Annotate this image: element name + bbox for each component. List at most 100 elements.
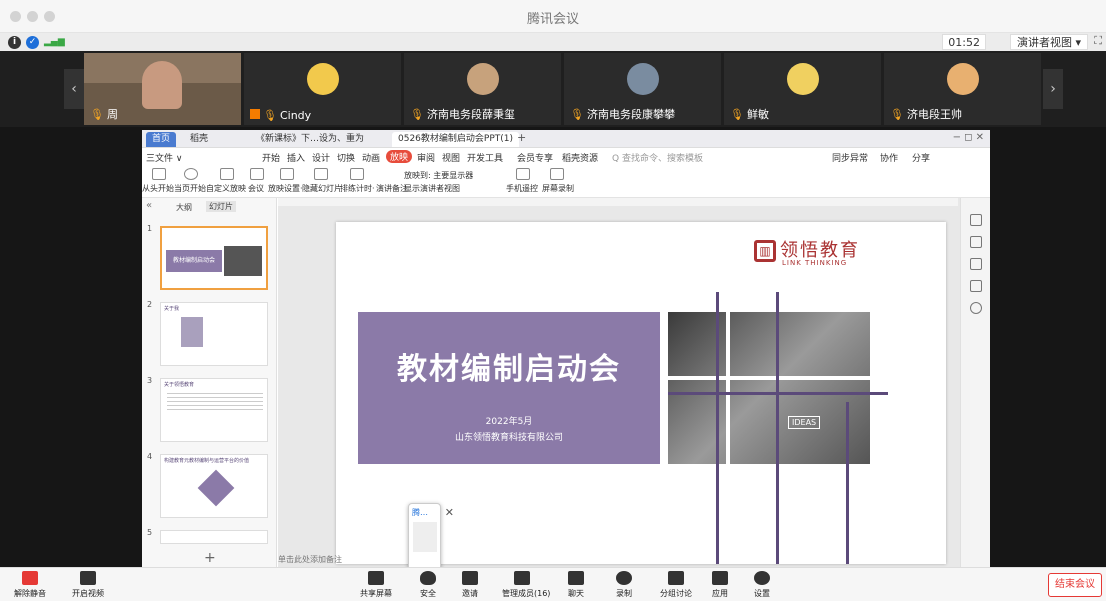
copy-icon[interactable]	[970, 280, 982, 292]
menu-design[interactable]: 设计	[312, 151, 330, 164]
ribbon-custom-show[interactable]: 自定义放映	[206, 183, 246, 194]
ribbon-show-settings[interactable]: 放映设置·	[268, 183, 303, 194]
gear-icon	[754, 571, 770, 585]
show-to-display-select[interactable]: 放映到: 主要显示器	[404, 170, 473, 181]
share-screen-button[interactable]: 共享屏幕	[356, 571, 396, 599]
menu-start[interactable]: 开始	[262, 151, 280, 164]
participant-tile[interactable]: 🎙 周	[84, 53, 241, 125]
menu-docer-resources[interactable]: 稻壳资源	[562, 151, 598, 164]
hide-slide-icon[interactable]	[314, 168, 328, 180]
chat-label: 聊天	[568, 589, 584, 598]
meeting-icon[interactable]	[250, 168, 264, 180]
help-icon[interactable]	[970, 302, 982, 314]
participant-strip: ‹ 🎙 周 🎙 Cindy 🎙 济南电务段薛秉玺 🎙 济南电务段康攀攀 🎙 鲜敏 🎙 济电段…	[0, 51, 1106, 127]
fullscreen-icon[interactable]: ⛶	[1094, 34, 1102, 48]
menu-animation[interactable]: 动画	[362, 151, 380, 164]
mic-icon: 🎙	[890, 108, 904, 121]
view-mode-dropdown[interactable]: 演讲者视图 ▾	[1009, 34, 1088, 50]
manage-members-button[interactable]: 管理成员(16)	[502, 571, 550, 599]
presenter-view-checkbox[interactable]: 显示演讲者视图	[404, 183, 460, 194]
ribbon-screen-record[interactable]: 屏幕录制	[542, 183, 574, 194]
slide-thumbnail[interactable]	[160, 530, 268, 544]
end-meeting-button[interactable]: 结束会议	[1048, 573, 1102, 597]
invite-user-icon	[462, 571, 478, 585]
rehearse-timing-icon[interactable]	[350, 168, 364, 180]
invite-button[interactable]: 邀请	[450, 571, 490, 599]
share-preview-popup[interactable]: 腾… ✕	[408, 503, 454, 573]
ribbon-meeting[interactable]: 会议	[248, 183, 264, 194]
adjust-icon[interactable]	[970, 236, 982, 248]
menu-slideshow[interactable]: 放映	[386, 150, 413, 163]
security-shield-icon[interactable]: ✓	[26, 36, 39, 49]
participant-tile[interactable]: 🎙 Cindy	[244, 53, 401, 125]
breakout-rooms-button[interactable]: 分组讨论	[656, 571, 696, 599]
apps-button[interactable]: 应用	[700, 571, 740, 599]
ribbon-from-current[interactable]: 当页开始	[174, 183, 206, 194]
show-settings-icon[interactable]	[280, 168, 294, 180]
menu-member[interactable]: 会员专享	[517, 151, 553, 164]
slide-company: 山东领悟教育科技有限公司	[454, 433, 563, 443]
strip-prev-arrow[interactable]: ‹	[64, 69, 84, 109]
record-button[interactable]: 录制	[604, 571, 644, 599]
menu-view[interactable]: 视图	[442, 151, 460, 164]
ribbon-phone-remote[interactable]: 手机遥控	[506, 183, 538, 194]
notes-placeholder[interactable]: 单击此处添加备注	[278, 555, 342, 564]
collapse-panel-icon[interactable]: «	[146, 200, 152, 211]
notes-bar[interactable]: 单击此处添加备注	[278, 554, 838, 567]
mic-muted-icon	[22, 571, 38, 585]
participant-name: 周	[106, 108, 118, 121]
chat-button[interactable]: 聊天	[556, 571, 596, 599]
record-icon	[616, 571, 632, 585]
menu-transition[interactable]: 切换	[337, 151, 355, 164]
outline-tab[interactable]: 大纲	[176, 202, 192, 213]
menu-share[interactable]: 分享	[912, 151, 930, 164]
participant-tile[interactable]: 🎙 鲜敏	[724, 53, 881, 125]
strip-next-arrow[interactable]: ›	[1043, 69, 1063, 109]
window-controls-icon[interactable]: − ◻ ✕	[953, 132, 984, 143]
search-command-input[interactable]: Q 查找命令、搜索模板	[612, 151, 703, 164]
menu-dev-tools[interactable]: 开发工具	[467, 151, 503, 164]
tab-docer[interactable]: 稻壳	[184, 132, 214, 147]
slide-thumbnail[interactable]: 关于领悟教育	[160, 378, 268, 442]
participant-tile[interactable]: 🎙 济南电务段薛秉玺	[404, 53, 561, 125]
play-current-icon[interactable]	[184, 168, 198, 180]
unmute-button[interactable]: 解除静音	[10, 571, 50, 599]
menu-collaborate[interactable]: 协作	[880, 151, 898, 164]
ribbon-hide-slide[interactable]: 隐藏幻灯片	[302, 183, 342, 194]
ribbon-rehearse[interactable]: 排练计时·	[340, 183, 375, 194]
menu-review[interactable]: 审阅	[417, 151, 435, 164]
add-slide-button[interactable]: +	[204, 550, 216, 566]
slide-thumbnail[interactable]: 构建教育元教材编制与运营平台的价值	[160, 454, 268, 518]
close-icon[interactable]: ✕	[445, 506, 454, 519]
presentation-window[interactable]: 首页 稻壳 《新课标》下…设为、重为 0526教材编制启动会PPT(1) + −…	[142, 130, 990, 567]
play-from-start-icon[interactable]	[152, 168, 166, 180]
start-video-button[interactable]: 开启视频	[68, 571, 108, 599]
custom-show-icon[interactable]	[220, 168, 234, 180]
property-icon[interactable]	[970, 214, 982, 226]
info-icon[interactable]: i	[8, 36, 21, 49]
new-tab-plus-icon[interactable]: +	[517, 131, 526, 144]
title-panel: 教材编制启动会 2022年5月 山东领悟教育科技有限公司	[358, 312, 660, 464]
thumb-photo	[224, 246, 262, 276]
security-button[interactable]: 安全	[408, 571, 448, 599]
menu-file[interactable]: 三文件 ∨	[146, 151, 182, 164]
slide-thumbnail[interactable]: 关于我	[160, 302, 268, 366]
settings-label: 设置	[754, 589, 770, 598]
presenter-video	[142, 61, 182, 109]
phone-remote-icon[interactable]	[516, 168, 530, 180]
slide-thumbnail[interactable]: 教材编制启动会	[160, 226, 268, 290]
participant-tile[interactable]: 🎙 济南电务段康攀攀	[564, 53, 721, 125]
screen-record-icon[interactable]	[550, 168, 564, 180]
tab-document[interactable]: 《新课标》下…设为、重为	[250, 132, 370, 147]
sync-status[interactable]: 同步异常	[832, 151, 868, 164]
tab-active-ppt[interactable]: 0526教材编制启动会PPT(1)	[392, 132, 520, 147]
slides-tab[interactable]: 幻灯片	[206, 201, 236, 212]
ribbon-from-start[interactable]: 从头开始	[142, 183, 174, 194]
settings-button[interactable]: 设置	[742, 571, 782, 599]
tab-home[interactable]: 首页	[146, 132, 177, 147]
animation-icon[interactable]	[970, 258, 982, 270]
thumb-number: 5	[147, 528, 153, 537]
participant-tile[interactable]: 🎙 济电段王帅	[884, 53, 1041, 125]
signal-strength-icon[interactable]: ▂▄▆	[44, 36, 65, 49]
menu-insert[interactable]: 插入	[287, 151, 305, 164]
